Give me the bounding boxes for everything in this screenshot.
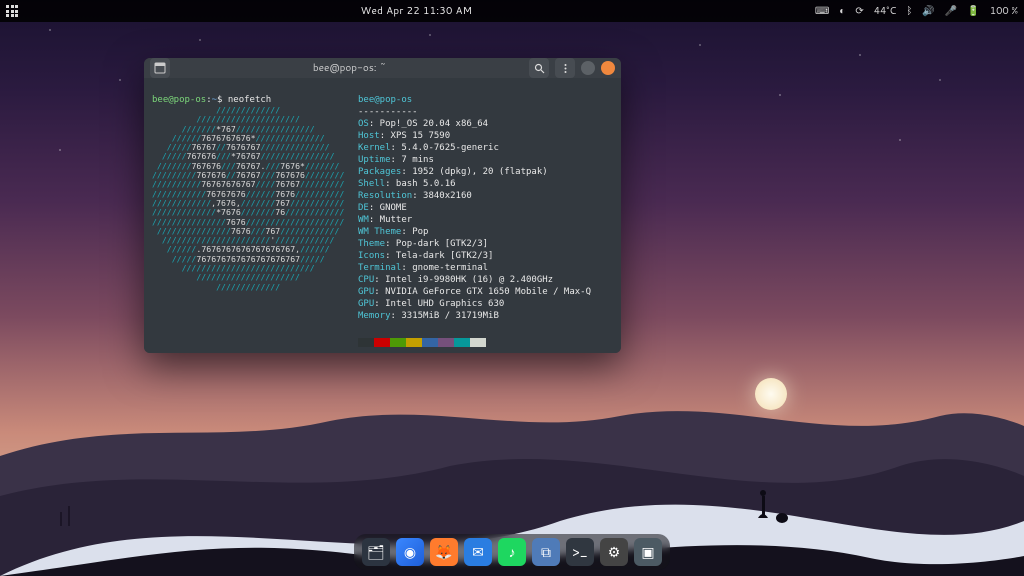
neofetch-color-swatches bbox=[358, 338, 613, 347]
neofetch-row: OS: Pop!_OS 20.04 x86_64 bbox=[358, 118, 613, 130]
neofetch-output: bee@pop-os ----------- OS: Pop!_OS 20.04… bbox=[352, 82, 613, 353]
search-button[interactable] bbox=[529, 58, 549, 78]
volume-icon[interactable]: 🔊 bbox=[922, 4, 934, 18]
neofetch-row: GPU: Intel UHD Graphics 630 bbox=[358, 298, 613, 310]
neofetch-header: bee@pop-os bbox=[358, 95, 412, 105]
color-swatch bbox=[358, 338, 374, 347]
neofetch-row: Terminal: gnome-terminal bbox=[358, 262, 613, 274]
neofetch-row: WM: Mutter bbox=[358, 214, 613, 226]
neofetch-row: Theme: Pop-dark [GTK2/3] bbox=[358, 238, 613, 250]
files-icon[interactable]: 🗂 bbox=[362, 538, 390, 566]
neofetch-row: CPU: Intel i9-9980HK (16) @ 2.400GHz bbox=[358, 274, 613, 286]
typed-command: neofetch bbox=[228, 95, 271, 105]
color-swatch bbox=[470, 338, 486, 347]
neofetch-row: Kernel: 5.4.0-7625-generic bbox=[358, 142, 613, 154]
color-swatch bbox=[438, 338, 454, 347]
neofetch-row: Packages: 1952 (dpkg), 20 (flatpak) bbox=[358, 166, 613, 178]
battery-icon[interactable]: 🔋 bbox=[967, 4, 979, 18]
prompt-user: bee@pop-os bbox=[152, 95, 206, 105]
firefox-icon[interactable]: 🦊 bbox=[430, 538, 458, 566]
spotify-icon[interactable]: ♪ bbox=[498, 538, 526, 566]
vscode-icon[interactable]: ⧉ bbox=[532, 538, 560, 566]
sync-icon[interactable]: ⟳ bbox=[855, 4, 863, 18]
pop-shop-icon[interactable]: ▣ bbox=[634, 538, 662, 566]
color-swatch bbox=[390, 338, 406, 347]
neofetch-row: Shell: bash 5.0.16 bbox=[358, 178, 613, 190]
temperature-indicator[interactable]: 44°C bbox=[874, 4, 897, 18]
terminal-title: bee@pop-os: ~ bbox=[176, 61, 523, 75]
minimize-button[interactable] bbox=[581, 61, 595, 75]
terminal-titlebar[interactable]: bee@pop-os: ~ bbox=[144, 58, 621, 78]
color-swatch bbox=[454, 338, 470, 347]
color-swatch bbox=[406, 338, 422, 347]
neofetch-row: Memory: 3315MiB / 31719MiB bbox=[358, 310, 613, 322]
terminal-icon[interactable]: >_ bbox=[566, 538, 594, 566]
bluetooth-icon[interactable]: ᛒ bbox=[906, 4, 912, 18]
neofetch-row: Icons: Tela-dark [GTK2/3] bbox=[358, 250, 613, 262]
neofetch-row: DE: GNOME bbox=[358, 202, 613, 214]
chromium-icon[interactable]: ◉ bbox=[396, 538, 424, 566]
keyboard-layout-icon[interactable]: ⌨ bbox=[815, 4, 829, 18]
hamburger-menu-button[interactable] bbox=[555, 58, 575, 78]
mail-icon[interactable]: ✉ bbox=[464, 538, 492, 566]
desktop: Wed Apr 22 11:30 AM ⌨ ◐ ⟳ 44°C ᛒ 🔊 🎤 🔋 1… bbox=[0, 0, 1024, 576]
neofetch-row: Uptime: 7 mins bbox=[358, 154, 613, 166]
neofetch-row: Host: XPS 15 7590 bbox=[358, 130, 613, 142]
neofetch-row: WM Theme: Pop bbox=[358, 226, 613, 238]
do-not-disturb-icon[interactable]: ◐ bbox=[839, 4, 845, 18]
settings-icon[interactable]: ⚙ bbox=[600, 538, 628, 566]
microphone-icon[interactable]: 🎤 bbox=[945, 4, 957, 18]
new-tab-button[interactable] bbox=[150, 58, 170, 78]
neofetch-row: GPU: NVIDIA GeForce GTX 1650 Mobile / Ma… bbox=[358, 286, 613, 298]
color-swatch bbox=[374, 338, 390, 347]
color-swatch bbox=[422, 338, 438, 347]
activities-icon[interactable] bbox=[6, 5, 18, 17]
terminal-window[interactable]: bee@pop-os: ~ bee@pop-os:~$ neofetch ///… bbox=[144, 58, 621, 353]
dock: 🗂◉🦊✉♪⧉>_⚙▣ bbox=[354, 534, 670, 570]
clock[interactable]: Wed Apr 22 11:30 AM bbox=[18, 4, 815, 18]
gnome-top-bar: Wed Apr 22 11:30 AM ⌨ ◐ ⟳ 44°C ᛒ 🔊 🎤 🔋 1… bbox=[0, 0, 1024, 22]
neofetch-ascii-logo: ///////////// ///////////////////// ////… bbox=[152, 106, 352, 292]
close-button[interactable] bbox=[601, 61, 615, 75]
terminal-body[interactable]: bee@pop-os:~$ neofetch ///////////// ///… bbox=[144, 78, 621, 353]
neofetch-row: Resolution: 3840x2160 bbox=[358, 190, 613, 202]
battery-percent: 100 % bbox=[990, 4, 1018, 18]
